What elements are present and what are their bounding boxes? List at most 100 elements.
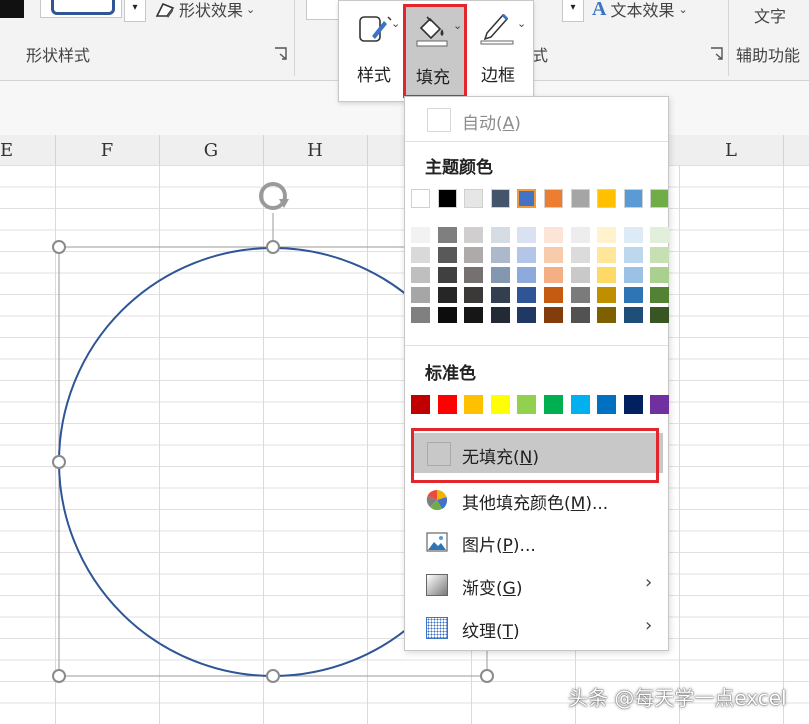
resize-handle-sw[interactable] (52, 669, 66, 683)
theme-shade-swatch[interactable] (650, 267, 670, 283)
menu-item-more-fill-colors[interactable]: 其他填充颜色(M)... (405, 483, 668, 517)
theme-shade-swatch[interactable] (490, 267, 510, 283)
theme-shade-swatch[interactable] (437, 227, 457, 243)
theme-shade-swatch[interactable] (490, 227, 510, 243)
theme-shade-swatch[interactable] (623, 287, 643, 303)
theme-shade-swatch[interactable] (411, 287, 430, 303)
column-header-g[interactable]: G (159, 135, 264, 165)
theme-shade-swatch[interactable] (517, 247, 537, 263)
theme-shade-swatch[interactable] (597, 307, 617, 323)
theme-shade-swatch[interactable] (490, 287, 510, 303)
theme-color-swatch[interactable] (516, 188, 538, 209)
wordart-dialog-launcher-icon[interactable] (710, 46, 724, 60)
theme-shade-swatch[interactable] (570, 227, 590, 243)
theme-shade-swatch[interactable] (570, 267, 590, 283)
standard-color-swatch[interactable] (411, 395, 430, 414)
theme-shade-swatch[interactable] (597, 227, 617, 243)
shape-style-thumbnail-black[interactable] (0, 0, 24, 18)
theme-shade-swatch[interactable] (517, 267, 537, 283)
standard-color-swatch[interactable] (517, 395, 537, 414)
theme-shade-swatch[interactable] (623, 227, 643, 243)
standard-color-swatch[interactable] (437, 395, 457, 414)
column-header-e[interactable]: E (0, 135, 56, 165)
theme-color-swatch[interactable] (464, 189, 484, 208)
theme-shade-swatch[interactable] (464, 227, 484, 243)
theme-shade-swatch[interactable] (490, 307, 510, 323)
theme-shade-swatch[interactable] (490, 247, 510, 263)
theme-shade-swatch[interactable] (437, 267, 457, 283)
theme-shade-swatch[interactable] (544, 287, 563, 303)
theme-color-swatch[interactable] (490, 189, 510, 208)
menu-item-texture[interactable]: 纹理(T) › (405, 611, 668, 645)
theme-shade-swatch[interactable] (544, 247, 563, 263)
theme-shade-swatch[interactable] (597, 287, 617, 303)
theme-shade-swatch[interactable] (464, 287, 484, 303)
theme-shade-swatch[interactable] (464, 307, 484, 323)
theme-shade-swatch[interactable] (623, 267, 643, 283)
menu-item-automatic[interactable]: 自动(A) (405, 105, 668, 135)
theme-shade-swatch[interactable] (437, 307, 457, 323)
rotation-handle-icon[interactable] (259, 182, 289, 210)
theme-shade-swatch[interactable] (411, 227, 430, 243)
theme-shade-swatch[interactable] (570, 287, 590, 303)
standard-color-swatch[interactable] (597, 395, 617, 414)
standard-color-swatch[interactable] (544, 395, 563, 414)
theme-shade-swatch[interactable] (411, 247, 430, 263)
theme-shade-swatch[interactable] (650, 307, 670, 323)
theme-shade-swatch[interactable] (597, 247, 617, 263)
resize-handle-s[interactable] (266, 669, 280, 683)
theme-shade-swatch[interactable] (650, 227, 670, 243)
text-effects-button[interactable]: A 文本效果 ⌄ (592, 0, 688, 22)
theme-color-swatch[interactable] (623, 189, 643, 208)
alt-text-button[interactable]: 文字 (754, 3, 786, 27)
shape-style-thumbnail-blue[interactable] (40, 0, 122, 18)
resize-handle-nw[interactable] (52, 240, 66, 254)
theme-shade-swatch[interactable] (544, 227, 563, 243)
wordart-gallery-more-button[interactable]: ▾ (562, 0, 584, 22)
column-header-f[interactable]: F (55, 135, 160, 165)
menu-item-picture[interactable]: 图片(P)... (405, 525, 668, 559)
theme-shade-swatch[interactable] (411, 267, 430, 283)
theme-shade-swatch[interactable] (570, 247, 590, 263)
theme-shade-swatch[interactable] (650, 287, 670, 303)
theme-shade-swatch[interactable] (517, 307, 537, 323)
resize-handle-w[interactable] (52, 455, 66, 469)
standard-color-swatch[interactable] (650, 395, 670, 414)
theme-shade-swatch[interactable] (464, 267, 484, 283)
menu-item-gradient[interactable]: 渐变(G) › (405, 568, 668, 602)
border-button[interactable]: ⌄ 边框 (473, 1, 529, 97)
resize-handle-n[interactable] (266, 240, 280, 254)
column-header-h[interactable]: H (263, 135, 368, 165)
watermark-text: 头条 @每天学一点excel (568, 686, 787, 710)
theme-shade-swatch[interactable] (650, 247, 670, 263)
theme-shade-swatch[interactable] (544, 307, 563, 323)
theme-color-swatch[interactable] (544, 189, 563, 208)
theme-shade-swatch[interactable] (623, 307, 643, 323)
theme-shade-swatch[interactable] (517, 227, 537, 243)
standard-color-swatch[interactable] (570, 395, 590, 414)
theme-color-swatch[interactable] (570, 189, 590, 208)
column-header-l[interactable]: L (679, 135, 784, 165)
shape-effects-button[interactable]: 形状效果 ⌄ (154, 0, 255, 22)
standard-color-swatch[interactable] (623, 395, 643, 414)
theme-color-swatch[interactable] (437, 189, 457, 208)
theme-shade-swatch[interactable] (570, 307, 590, 323)
shape-styles-dialog-launcher-icon[interactable] (274, 46, 288, 60)
theme-shade-swatch[interactable] (597, 267, 617, 283)
theme-shade-swatch[interactable] (437, 287, 457, 303)
standard-color-swatch[interactable] (464, 395, 484, 414)
gallery-more-button[interactable]: ▾ (124, 0, 146, 22)
theme-color-swatch[interactable] (411, 189, 430, 208)
theme-shade-swatch[interactable] (517, 287, 537, 303)
standard-color-swatch[interactable] (490, 395, 510, 414)
style-button[interactable]: ⌄ 样式 (347, 1, 400, 97)
theme-shade-swatch[interactable] (411, 307, 430, 323)
fill-button[interactable]: ⌄ 填充 (403, 4, 467, 98)
resize-handle-se[interactable] (480, 669, 494, 683)
theme-shade-swatch[interactable] (464, 247, 484, 263)
theme-color-swatch[interactable] (597, 189, 617, 208)
theme-shade-swatch[interactable] (544, 267, 563, 283)
theme-shade-swatch[interactable] (437, 247, 457, 263)
theme-color-swatch[interactable] (650, 189, 670, 208)
theme-shade-swatch[interactable] (623, 247, 643, 263)
